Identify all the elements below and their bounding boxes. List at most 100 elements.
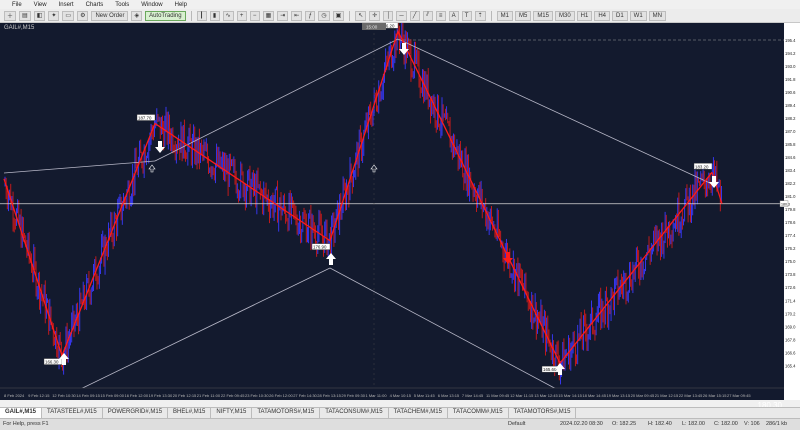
price-axis-label: 169.0: [785, 324, 796, 329]
price-axis-label: 179.8: [785, 207, 796, 212]
chart-shift-icon[interactable]: ⇤: [291, 10, 303, 21]
cursor-icon[interactable]: ↖: [355, 10, 367, 21]
price-axis-label: 166.6: [785, 350, 796, 355]
timeframe-group: M1 M5 M15 M30 H1 H4 D1 W1 MN: [496, 10, 667, 21]
text-icon[interactable]: A: [448, 10, 459, 21]
autoscroll-icon[interactable]: ⇥: [277, 10, 289, 21]
menu-item-tools[interactable]: Tools: [115, 2, 129, 8]
horizontal-line-icon[interactable]: ─: [396, 10, 407, 21]
chart-tab[interactable]: NIFTY,M15: [211, 408, 253, 418]
chart-tab[interactable]: TATAMOTORS#,M15: [509, 408, 577, 418]
date-axis-label: 20 Mar 09:45: [631, 393, 655, 398]
menu-item-view[interactable]: View: [34, 2, 47, 8]
auto-trading-button[interactable]: AutoTrading: [145, 10, 186, 21]
price-axis-label: 193.0: [785, 64, 796, 69]
date-axis-label: 7 Mar 14:45: [462, 393, 484, 398]
price-axis-label: 185.8: [785, 142, 796, 147]
templates-icon[interactable]: ▣: [332, 10, 345, 21]
timeframe-d1[interactable]: D1: [612, 10, 628, 21]
date-axis-label: 19 Mar 13:15: [607, 393, 631, 398]
date-axis-label: 6 Mar 13:15: [438, 393, 460, 398]
zoom-out-icon[interactable]: −: [249, 10, 260, 21]
timeframe-m15[interactable]: M15: [533, 10, 553, 21]
candle-chart-icon[interactable]: ▮: [209, 10, 220, 21]
date-axis-label: 15 Mar 14:15: [558, 393, 582, 398]
menu-item-help[interactable]: Help: [175, 2, 187, 8]
timeframe-m30[interactable]: M30: [554, 10, 575, 21]
status-profile[interactable]: Default: [508, 421, 525, 427]
label-icon[interactable]: T: [461, 10, 472, 21]
channel-icon[interactable]: ⫽: [422, 10, 433, 21]
zigzag-label: 166.30: [45, 360, 59, 365]
crosshair-icon[interactable]: ✛: [369, 10, 381, 21]
sell-arrow-icon: [709, 176, 719, 188]
menu-item-window[interactable]: Window: [141, 2, 162, 8]
timeframe-m5[interactable]: M5: [514, 10, 532, 21]
timeframe-mn[interactable]: MN: [648, 10, 667, 21]
separator: [190, 10, 192, 21]
arrows-icon[interactable]: ⇡: [474, 10, 486, 21]
terminal-button[interactable]: ▭: [62, 10, 75, 21]
status-high: H: 182.40: [648, 421, 672, 427]
price-axis-label: 187.0: [785, 129, 796, 134]
market-watch-button[interactable]: ◧: [33, 10, 46, 21]
menu-item-charts[interactable]: Charts: [86, 2, 104, 8]
price-axis-label: 181.0: [785, 194, 796, 199]
date-axis-label: 29 Feb 09:30: [341, 393, 365, 398]
trendline-icon[interactable]: ╱: [409, 10, 420, 21]
price-axis-label: 167.8: [785, 337, 796, 342]
chart-tab[interactable]: TATACHEM#,M15: [389, 408, 448, 418]
navigator-button[interactable]: ✦: [48, 10, 60, 21]
tester-button[interactable]: ⚙: [77, 10, 89, 21]
channel-line[interactable]: [61, 267, 331, 399]
tile-windows-icon[interactable]: ▦: [262, 10, 275, 21]
status-low: L: 182.00: [682, 421, 705, 427]
chart-tab[interactable]: TATACOMM#,M15: [448, 408, 509, 418]
indicators-icon[interactable]: ƒ: [305, 10, 316, 21]
menu-item-insert[interactable]: Insert: [59, 2, 74, 8]
date-axis-label: 8 Feb 2024: [4, 393, 25, 398]
buy-arrow-icon: [326, 253, 336, 265]
new-chart-button[interactable]: ＋: [4, 10, 17, 21]
date-axis-label: 22 Feb 09:45: [221, 393, 245, 398]
price-chart[interactable]: 195.4 194.2 193.0 191.8 190.6 189.4 188.2 187.0…: [0, 23, 800, 410]
price-axis-label: 171.4: [785, 298, 796, 303]
status-open: O: 182.25: [612, 421, 637, 427]
chart-tab[interactable]: TATACONSUM#,M15: [320, 408, 389, 418]
fibo-icon[interactable]: ≡: [435, 10, 446, 21]
timeframe-h4[interactable]: H4: [594, 10, 610, 21]
date-axis-label: 16 Feb 12:00: [125, 393, 149, 398]
price-axis-label: 177.4: [785, 233, 796, 238]
line-chart-icon[interactable]: ∿: [222, 10, 234, 21]
chart-tab[interactable]: BHEL#,M15: [168, 408, 212, 418]
status-volume: V: 106: [744, 421, 760, 427]
price-axis-label: 172.6: [785, 285, 796, 290]
bar-chart-icon[interactable]: ┃: [196, 10, 207, 21]
metaeditor-button[interactable]: ◈: [131, 10, 143, 21]
chart-tab[interactable]: POWERGRID#,M15: [103, 408, 169, 418]
vertical-line-icon[interactable]: │: [383, 10, 394, 21]
periods-icon[interactable]: ◷: [318, 10, 330, 21]
price-axis-label: 165.4: [785, 363, 796, 368]
zoom-in-icon[interactable]: +: [236, 10, 247, 21]
date-axis-label: 28 Feb 13:15: [317, 393, 341, 398]
toolbar: ＋ ▤ ◧ ✦ ▭ ⚙ New Order ◈ AutoTrading ┃ ▮ …: [0, 9, 800, 23]
date-axis-label: 27 Mar 09:45: [727, 393, 751, 398]
status-traffic: 286/1 kb: [766, 421, 788, 427]
chart-tab[interactable]: GAIL#,M15: [0, 408, 43, 418]
price-axis-label: 191.8: [785, 77, 796, 82]
menu-item-file[interactable]: File: [12, 2, 22, 8]
date-axis-label: 26 Feb 12:00: [269, 393, 293, 398]
date-axis-label: 1 Mar 11:00: [366, 393, 388, 398]
timeframe-w1[interactable]: W1: [629, 10, 647, 21]
new-order-button[interactable]: New Order: [91, 10, 129, 21]
zigzag-line[interactable]: [3, 29, 713, 365]
date-axis-label: 21 Mar 12:15: [655, 393, 679, 398]
profiles-button[interactable]: ▤: [19, 10, 31, 21]
chart-canvas[interactable]: 195.4 194.2 193.0 191.8 190.6 189.4 188.2 187.0…: [0, 23, 800, 400]
price-axis-label: 195.4: [785, 38, 796, 43]
timeframe-h1[interactable]: H1: [576, 10, 593, 21]
chart-tab[interactable]: TATAMOTORS#,M15: [252, 408, 321, 418]
timeframe-m1[interactable]: M1: [496, 10, 513, 21]
chart-tab[interactable]: TATASTEEL#,M15: [42, 408, 103, 418]
